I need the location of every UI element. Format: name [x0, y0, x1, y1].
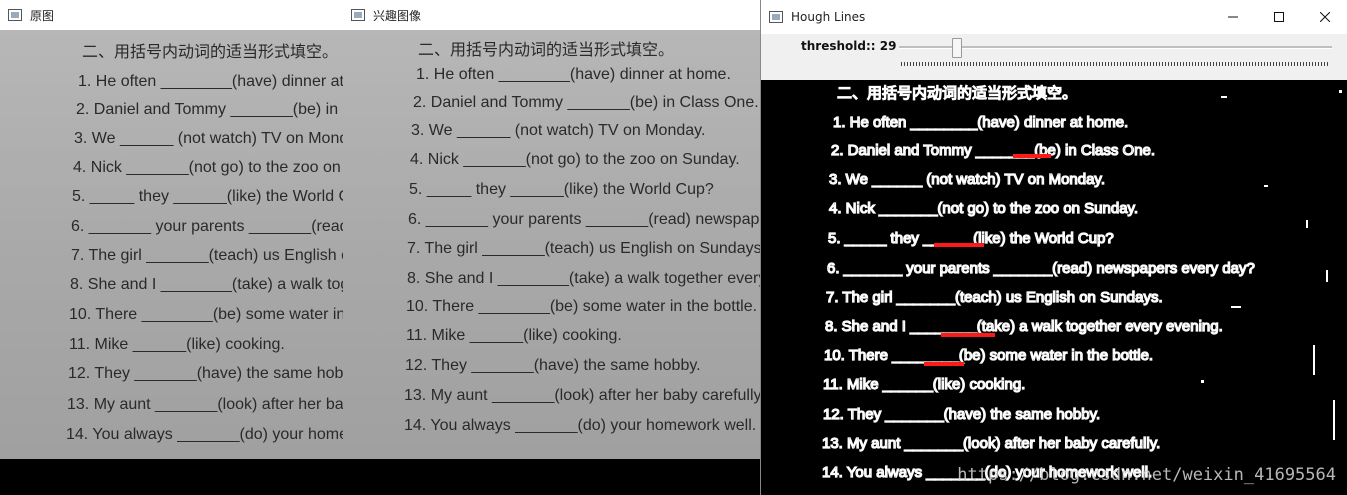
- edge-speck: [1201, 380, 1204, 383]
- hough-titlebar[interactable]: Hough Lines: [761, 0, 1347, 34]
- edge-line: 13. My aunt _______(look) after her baby…: [821, 434, 1161, 452]
- window-icon: [351, 9, 365, 21]
- worksheet-heading: 二、用括号内动词的适当形式填空。: [82, 42, 339, 61]
- trackbar-panel: threshold:: 29: [761, 34, 1347, 80]
- close-icon: [1320, 12, 1330, 22]
- worksheet-line: 1. He often ________(have) dinner at hom…: [416, 66, 731, 83]
- edge-speck: [1231, 306, 1241, 308]
- hough-window: Hough Lines threshold:: 29 二、用括号内动词的适当形式…: [760, 0, 1347, 495]
- worksheet-line: 11. Mike ______(like) cooking.: [406, 327, 622, 344]
- detected-line: [941, 333, 995, 337]
- edge-speck: [1339, 90, 1342, 93]
- watermark-text: https://blog.csdn.net/weixin_41695564: [957, 465, 1336, 485]
- threshold-label: threshold:: 29: [801, 39, 897, 53]
- detected-line: [934, 243, 984, 247]
- edge-line: 10. There ________(be) some water in the…: [823, 346, 1154, 364]
- worksheet-line: 6. _______ your parents _______(read) ne…: [408, 211, 763, 228]
- edge-speck: [1326, 270, 1328, 282]
- edge-speck: [1333, 400, 1335, 440]
- window-title: Hough Lines: [791, 10, 866, 24]
- worksheet-line: 10. There ________(be) some water in the…: [406, 298, 758, 315]
- close-button[interactable]: [1302, 0, 1347, 34]
- worksheet-line: 13. My aunt _______(look) after her baby…: [404, 387, 763, 404]
- roi-image: 二、用括号内动词的适当形式填空。 1. He often ________(ha…: [343, 30, 763, 459]
- window-title: 兴趣图像: [373, 8, 422, 23]
- worksheet-line: 11. Mike ______(like) cooking.: [69, 336, 285, 353]
- edge-speck: [1306, 220, 1308, 228]
- roi-titlebar[interactable]: 兴趣图像: [343, 0, 763, 30]
- detected-line: [1013, 154, 1051, 158]
- edge-line: 3. We ______ (not watch) TV on Monday.: [828, 170, 1105, 188]
- minimize-button[interactable]: [1210, 0, 1256, 34]
- edge-line: 4. Nick _______(not go) to the zoo on Su…: [828, 199, 1139, 217]
- edge-line: 2. Daniel and Tommy _______(be) in Class…: [830, 141, 1156, 159]
- worksheet-line: 2. Daniel and Tommy _______(be) in Class…: [413, 94, 759, 111]
- worksheet-line: 12. They _______(have) the same hobby.: [68, 365, 364, 382]
- minimize-icon: [1228, 16, 1238, 18]
- window-controls: [1210, 0, 1347, 34]
- worksheet-line: 3. We ______ (not watch) TV on Monday.: [411, 122, 706, 139]
- maximize-button[interactable]: [1256, 0, 1302, 34]
- worksheet-line: 5. _____ they ______(like) the World Cup…: [72, 188, 377, 205]
- threshold-slider-ticks: [901, 62, 1330, 66]
- threshold-slider-track[interactable]: [899, 46, 1332, 49]
- window-icon: [769, 11, 783, 23]
- edge-heading: 二、用括号内动词的适当形式填空。: [836, 84, 1078, 102]
- hough-result-image: 二、用括号内动词的适当形式填空。 1. He often ________(ha…: [761, 80, 1347, 495]
- detected-line: [924, 362, 964, 366]
- edge-line: 8. She and I ________(take) a walk toget…: [824, 317, 1223, 335]
- maximize-icon: [1274, 12, 1284, 22]
- edge-line: 1. He often ________(have) dinner at hom…: [832, 113, 1129, 131]
- worksheet-line: 8. She and I ________(take) a walk toget…: [407, 270, 763, 287]
- threshold-slider-thumb[interactable]: [952, 38, 962, 58]
- edge-line: 7. The girl _______(teach) us English on…: [825, 288, 1163, 306]
- worksheet-line: 4. Nick _______(not go) to the zoo on Su…: [410, 151, 740, 168]
- worksheet-heading: 二、用括号内动词的适当形式填空。: [418, 40, 675, 59]
- roi-window: 兴趣图像 二、用括号内动词的适当形式填空。 1. He often ______…: [343, 0, 763, 459]
- edge-speck: [1313, 345, 1315, 375]
- worksheet-line: 12. They _______(have) the same hobby.: [405, 357, 701, 374]
- worksheet-line: 5. _____ they ______(like) the World Cup…: [409, 181, 714, 198]
- edge-line: 11. Mike ______(like) cooking.: [822, 375, 1026, 393]
- edge-line: 12. They _______(have) the same hobby.: [822, 405, 1101, 423]
- worksheet-line: 14. You always _______(do) your homework…: [404, 417, 757, 434]
- window-icon: [8, 9, 22, 21]
- worksheet-line: 3. We ______ (not watch) TV on Monday.: [74, 130, 369, 147]
- edge-speck: [1264, 185, 1268, 187]
- window-title: 原图: [30, 8, 55, 23]
- worksheet-line: 7. The girl _______(teach) us English on…: [407, 240, 763, 257]
- edge-line: 6. _______ your parents _______(read) ne…: [826, 259, 1255, 277]
- edge-speck: [1221, 96, 1227, 98]
